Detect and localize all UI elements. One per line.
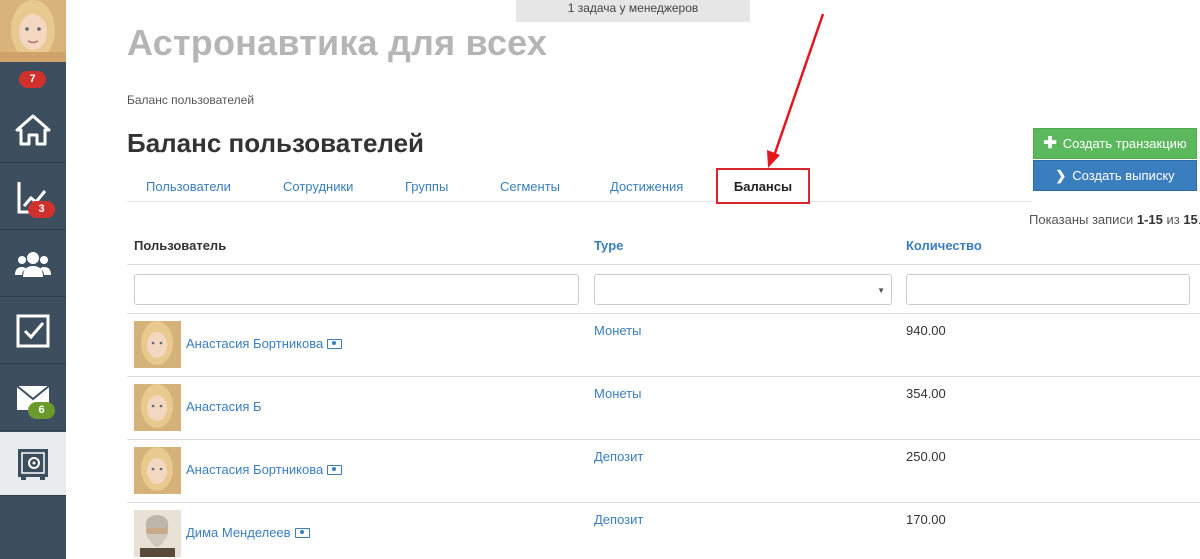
user-link[interactable]: Анастасия Бортникова	[186, 336, 343, 351]
amount-value: 170.00	[906, 512, 946, 527]
avatar	[134, 447, 181, 494]
sidebar-item-balance[interactable]	[0, 432, 66, 496]
tab-users[interactable]: Пользователи	[146, 179, 231, 194]
sidebar-item-tasks[interactable]	[0, 298, 66, 364]
create-statement-button[interactable]: ❯ Создать выписку	[1033, 160, 1197, 191]
avatar	[134, 384, 181, 431]
type-filter-select[interactable]: ▼	[594, 274, 892, 305]
tab-balances[interactable]: Балансы	[716, 168, 810, 204]
sidebar-item-home[interactable]	[0, 97, 66, 163]
avatar	[134, 510, 181, 557]
annotation-arrow	[767, 13, 825, 168]
create-statement-label: Создать выписку	[1072, 168, 1175, 183]
column-header-type[interactable]: Type	[594, 238, 623, 253]
avatar	[134, 321, 181, 368]
cash-icon	[327, 338, 343, 349]
safe-icon	[18, 448, 48, 480]
amount-value: 940.00	[906, 323, 946, 338]
balance-type-link[interactable]: Депозит	[594, 512, 643, 527]
sidebar-item-messages[interactable]: 6	[0, 365, 66, 431]
analytics-badge: 3	[28, 201, 55, 218]
header-divider	[127, 264, 1200, 265]
filter-divider	[127, 313, 1200, 314]
plus-icon: ✚	[1043, 134, 1057, 152]
amount-filter-input[interactable]	[906, 274, 1190, 305]
cash-icon	[294, 527, 310, 538]
tabs: Пользователи Сотрудники Группы Сегменты …	[127, 168, 1032, 204]
amount-value: 250.00	[906, 449, 946, 464]
column-header-amount[interactable]: Количество	[906, 238, 982, 253]
sidebar: 7 3 6	[0, 0, 66, 559]
page-title: Баланс пользователей	[127, 128, 425, 158]
tab-employees[interactable]: Сотрудники	[283, 179, 353, 194]
notifications-badge[interactable]: 7	[19, 71, 46, 88]
row-divider	[127, 439, 1200, 440]
create-transaction-label: Создать транзакцию	[1062, 136, 1187, 151]
row-divider	[127, 502, 1200, 503]
caret-down-icon: ▼	[877, 286, 885, 295]
balance-type-link[interactable]: Монеты	[594, 323, 641, 338]
balance-type-link[interactable]: Монеты	[594, 386, 641, 401]
tab-groups[interactable]: Группы	[405, 179, 448, 194]
chevron-right-icon: ❯	[1055, 168, 1067, 183]
sidebar-item-users[interactable]	[0, 231, 66, 297]
users-icon	[15, 251, 51, 277]
user-link[interactable]: Дима Менделеев	[186, 525, 310, 540]
amount-value: 354.00	[906, 386, 946, 401]
breadcrumb[interactable]: Баланс пользователей	[127, 93, 254, 107]
app-title: Астронавтика для всех	[127, 22, 548, 63]
sidebar-item-analytics[interactable]: 3	[0, 164, 66, 230]
messages-badge: 6	[28, 402, 55, 419]
checkbox-icon	[16, 314, 50, 347]
tab-segments[interactable]: Сегменты	[500, 179, 560, 194]
create-transaction-button[interactable]: ✚ Создать транзакцию	[1033, 128, 1197, 159]
home-icon	[15, 114, 51, 145]
records-info: Показаны записи 1-15 из 15.	[1029, 212, 1200, 227]
user-filter-input[interactable]	[134, 274, 579, 305]
avatar[interactable]	[0, 0, 66, 62]
column-header-user: Пользователь	[134, 238, 227, 253]
cash-icon	[327, 464, 343, 475]
user-link[interactable]: Анастасия Бортникова	[186, 462, 343, 477]
balance-type-link[interactable]: Депозит	[594, 449, 643, 464]
user-link[interactable]: Анастасия Б	[186, 399, 262, 414]
row-divider	[127, 376, 1200, 377]
tab-achievements[interactable]: Достижения	[610, 179, 683, 194]
tasks-notice[interactable]: 1 задача у менеджеров	[516, 0, 750, 22]
